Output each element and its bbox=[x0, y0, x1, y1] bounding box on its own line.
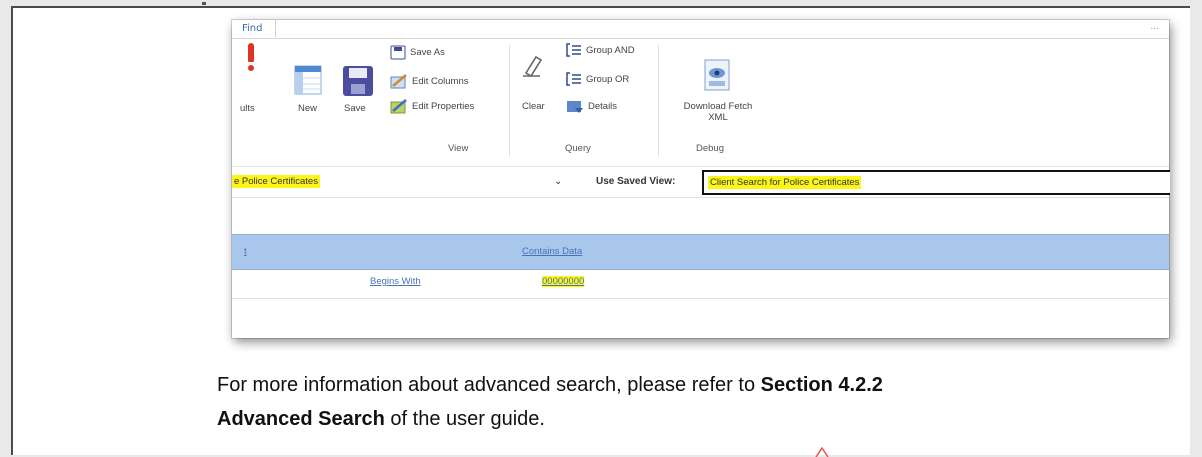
group-and-icon bbox=[566, 43, 581, 57]
edit-properties-icon bbox=[390, 99, 407, 114]
query-grid-row: Begins With 00000000 bbox=[232, 272, 1169, 299]
group-label-view: View bbox=[448, 143, 469, 154]
find-criteria-row: e Police Certificates ⌄ Use Saved View: … bbox=[232, 166, 1170, 198]
guide-caption: For more information about advanced sear… bbox=[217, 374, 883, 430]
save-as-icon bbox=[390, 45, 406, 60]
save-button[interactable] bbox=[342, 65, 374, 100]
floppy-icon bbox=[343, 66, 373, 96]
results-button[interactable]: ults bbox=[240, 103, 255, 114]
query-grid-header: t Contains Data bbox=[232, 234, 1169, 270]
xml-document-icon bbox=[704, 59, 730, 91]
annotation-mark-icon bbox=[815, 447, 829, 457]
saved-view-select[interactable]: Client Search for Police Certificates bbox=[702, 170, 1170, 195]
details-icon bbox=[567, 101, 583, 113]
save-as-button[interactable]: Save As bbox=[390, 45, 445, 60]
contains-data-link[interactable]: Contains Data bbox=[522, 246, 582, 257]
edit-columns-button[interactable]: Edit Columns bbox=[390, 74, 469, 89]
eraser-icon bbox=[523, 55, 543, 78]
new-button[interactable] bbox=[294, 65, 322, 98]
embedded-screenshot: Find ... ults New Save Save As Edit Colu… bbox=[232, 19, 1170, 338]
page-mark bbox=[202, 2, 206, 5]
ribbon: ults New Save Save As Edit Columns Edit … bbox=[232, 39, 1169, 159]
group-separator bbox=[509, 45, 510, 157]
entity-select[interactable]: e Police Certificates ⌄ bbox=[232, 171, 570, 193]
criteria-value-link[interactable]: 00000000 bbox=[542, 276, 585, 287]
left-gutter bbox=[0, 0, 11, 457]
saved-view-label: Use Saved View: bbox=[596, 176, 676, 187]
group-or-icon bbox=[566, 72, 581, 86]
tab-find[interactable]: Find bbox=[232, 19, 276, 37]
ribbon-tab-strip: Find ... bbox=[232, 19, 1169, 39]
right-gutter bbox=[1190, 0, 1202, 457]
new-icon bbox=[294, 65, 322, 95]
details-button[interactable]: Details bbox=[566, 99, 617, 114]
download-fetch-label: Download Fetch XML bbox=[683, 101, 753, 123]
save-label: Save bbox=[344, 103, 366, 114]
group-label-query: Query bbox=[565, 143, 591, 154]
download-fetch-xml-button[interactable] bbox=[702, 59, 732, 94]
clear-label: Clear bbox=[522, 101, 545, 112]
group-and-button[interactable]: Group AND bbox=[566, 43, 635, 57]
chevron-down-icon[interactable]: ⌄ bbox=[554, 171, 562, 193]
group-separator bbox=[658, 45, 659, 157]
new-label: New bbox=[298, 103, 318, 114]
edit-columns-icon bbox=[390, 74, 407, 89]
clear-button[interactable] bbox=[520, 53, 544, 82]
group-label-debug: Debug bbox=[696, 143, 724, 154]
edit-properties-button[interactable]: Edit Properties bbox=[390, 99, 474, 114]
results-icon[interactable] bbox=[246, 43, 256, 71]
group-or-button[interactable]: Group OR bbox=[566, 72, 629, 86]
field-column-link[interactable]: t bbox=[244, 246, 247, 257]
window-controls[interactable]: ... bbox=[1150, 22, 1159, 32]
operator-link[interactable]: Begins With bbox=[370, 276, 421, 287]
